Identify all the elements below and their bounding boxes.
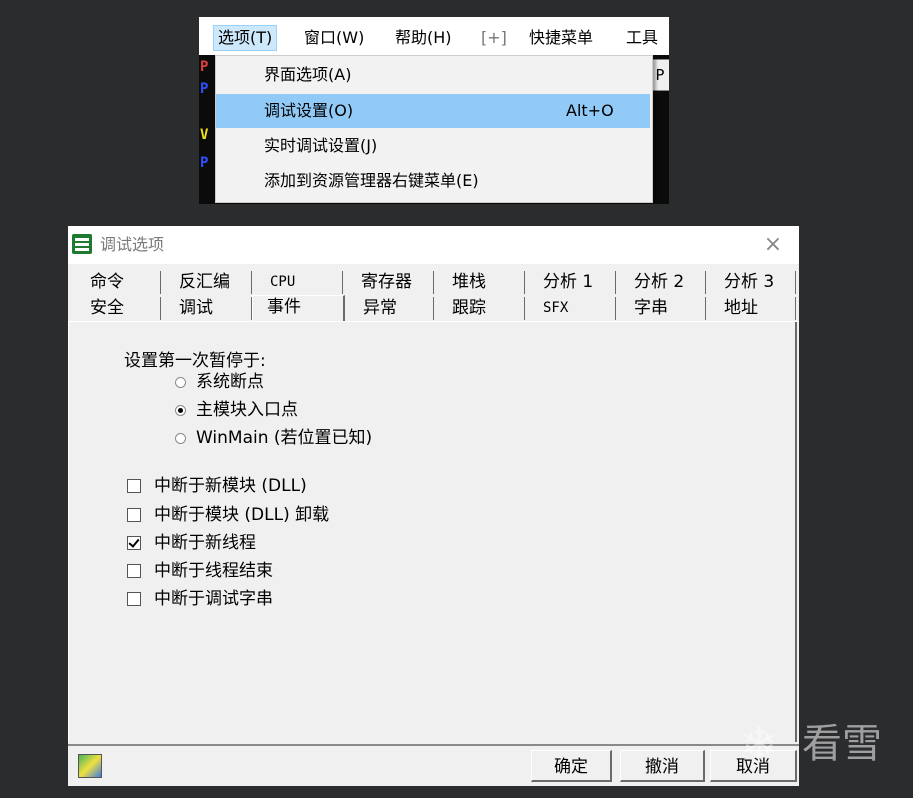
checkbox-debug-string[interactable] [127, 592, 141, 606]
title-bar: 调试选项 × [68, 226, 799, 264]
menu-shortcut[interactable]: 快捷菜单 [529, 25, 593, 51]
tab-events[interactable]: 事件 [252, 295, 345, 321]
checkbox-new-module[interactable] [127, 479, 141, 493]
tab-command[interactable]: 命令 [72, 271, 161, 294]
tab-trace[interactable]: 跟踪 [434, 297, 525, 320]
options-dropdown: 界面选项(A) 调试设置(O) Alt+O 实时调试设置(J) 添加到资源管理器… [215, 55, 653, 203]
menubar: 选项(T) 窗口(W) 帮助(H) [+] 快捷菜单 工具 [199, 17, 669, 55]
button-bar: 确定 撤消 取消 [68, 744, 799, 788]
tab-disasm[interactable]: 反汇编 [161, 271, 252, 294]
radio-module-entry[interactable] [175, 405, 186, 416]
menu-item-jit-debug[interactable]: 实时调试设置(J) [216, 129, 650, 163]
checkbox-label: 中断于新模块 (DLL) [154, 476, 307, 496]
checkbox-module-unload[interactable] [127, 508, 141, 522]
snowflake-icon: ❄ [740, 717, 779, 771]
bg-glyph: P [200, 81, 209, 97]
app-icon [72, 234, 92, 254]
menu-window[interactable]: 窗口(W) [304, 25, 364, 51]
radio-label: WinMain (若位置已知) [196, 428, 373, 448]
debug-options-dialog: 调试选项 × 命令 反汇编 CPU 寄存器 堆栈 分析 1 分析 2 分析 3 … [68, 226, 799, 786]
tab-address[interactable]: 地址 [706, 297, 796, 320]
tab-debug[interactable]: 调试 [161, 297, 252, 320]
close-icon[interactable]: × [758, 232, 788, 258]
tab-exceptions[interactable]: 异常 [345, 297, 434, 320]
radio-label: 系统断点 [196, 372, 264, 392]
menu-item-label: 调试设置(O) [264, 101, 354, 120]
menu-item-ui-options[interactable]: 界面选项(A) [216, 58, 650, 92]
checkbox-label: 中断于模块 (DLL) 卸载 [154, 505, 330, 525]
bg-glyph: V [200, 127, 209, 143]
dialog-title: 调试选项 [100, 235, 165, 254]
undo-button[interactable]: 撤消 [620, 750, 705, 782]
checkbox-label: 中断于调试字串 [154, 589, 273, 609]
tab-registers[interactable]: 寄存器 [343, 271, 434, 294]
menu-item-label: 实时调试设置(J) [264, 136, 378, 155]
menu-item-explorer-context[interactable]: 添加到资源管理器右键菜单(E) [216, 164, 650, 198]
menu-item-accelerator: Alt+O [566, 101, 614, 120]
bg-glyph: P [200, 155, 209, 171]
tab-cpu[interactable]: CPU [252, 271, 343, 294]
checkbox-thread-end[interactable] [127, 564, 141, 578]
radio-label: 主模块入口点 [196, 400, 298, 420]
menu-options[interactable]: 选项(T) [213, 25, 278, 51]
checkbox-new-thread[interactable] [127, 536, 141, 550]
menu-item-debug-settings[interactable]: 调试设置(O) Alt+O [216, 94, 650, 128]
tab-stack[interactable]: 堆栈 [434, 271, 525, 294]
kanxue-watermark: ❄ 看雪 [740, 716, 900, 772]
menu-screenshot: 选项(T) 窗口(W) 帮助(H) [+] 快捷菜单 工具 P P V P P … [199, 17, 669, 204]
menu-tools[interactable]: 工具 [626, 25, 658, 51]
tab-sfx[interactable]: SFX [525, 297, 616, 320]
bg-glyph: P [200, 59, 209, 75]
menu-help[interactable]: 帮助(H) [395, 25, 452, 51]
radio-system-breakpoint[interactable] [175, 377, 186, 388]
tab-analysis-2[interactable]: 分析 2 [616, 271, 706, 294]
checkbox-label: 中断于线程结束 [154, 561, 273, 581]
ok-button[interactable]: 确定 [531, 750, 612, 782]
menu-item-label: 添加到资源管理器右键菜单(E) [264, 171, 479, 190]
palette-icon[interactable] [78, 754, 102, 778]
menu-item-label: 界面选项(A) [264, 65, 352, 84]
watermark-text: 看雪 [802, 721, 882, 767]
tab-analysis-1[interactable]: 分析 1 [525, 271, 616, 294]
tab-analysis-3[interactable]: 分析 3 [706, 271, 796, 294]
menu-plus[interactable]: [+] [481, 25, 507, 51]
tab-security[interactable]: 安全 [72, 297, 161, 320]
events-panel: 设置第一次暂停于: 系统断点 主模块入口点 WinMain (若位置已知) 中断… [68, 322, 797, 742]
tab-strings[interactable]: 字串 [616, 297, 706, 320]
radio-winmain[interactable] [175, 433, 186, 444]
checkbox-label: 中断于新线程 [154, 533, 256, 553]
